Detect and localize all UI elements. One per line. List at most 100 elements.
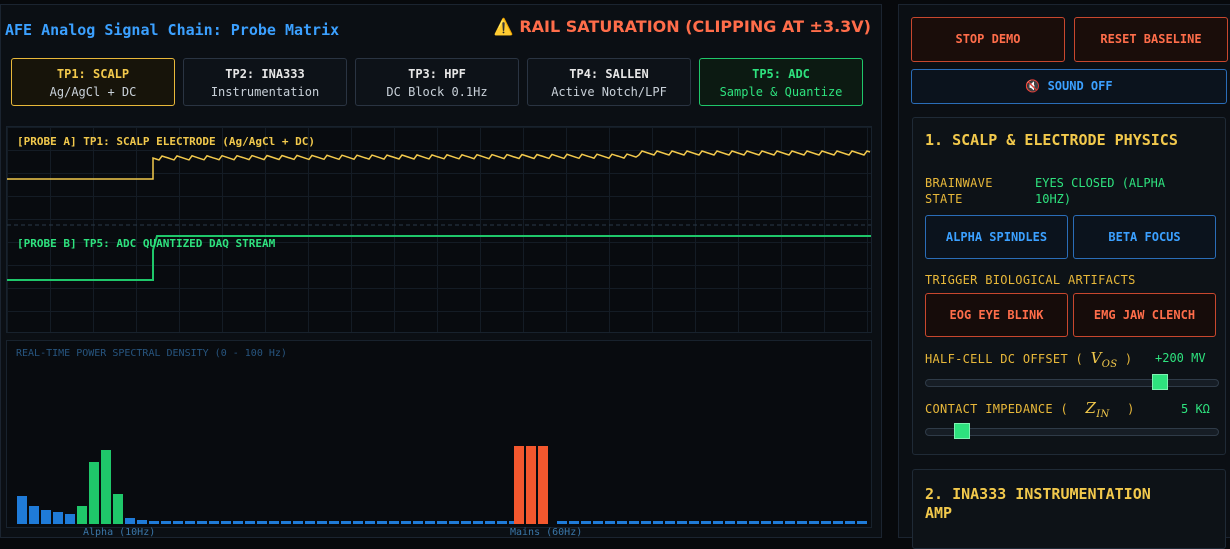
psd-bar (101, 450, 111, 524)
test-point-tabs: TP1: SCALP Ag/AgCl + DC TP2: INA333 Inst… (11, 58, 866, 108)
psd-bar (401, 521, 411, 524)
psd-bar (149, 521, 159, 524)
psd-bar (425, 521, 435, 524)
beta-focus-button[interactable]: BETA FOCUS (1073, 215, 1216, 259)
scalp-electrode-panel: 1. SCALP & ELECTRODE PHYSICS BRAINWAVE S… (912, 117, 1226, 455)
psd-bar (293, 521, 303, 524)
psd-bar (281, 521, 291, 524)
psd-bar (221, 521, 231, 524)
tab-label: TP1: SCALP (56, 67, 130, 81)
tab-label: TP3: HPF (408, 67, 466, 81)
emg-jaw-clench-button[interactable]: EMG JAW CLENCH (1073, 293, 1216, 337)
reset-baseline-button[interactable]: RESET BASELINE (1074, 17, 1228, 62)
tab-tp3-hpf[interactable]: TP3: HPF DC Block 0.1Hz (355, 58, 519, 106)
stop-demo-button[interactable]: STOP DEMO (911, 17, 1065, 62)
sound-toggle-button[interactable]: 🔇 SOUND OFF (911, 69, 1227, 104)
tab-sublabel: Instrumentation (210, 85, 320, 99)
contact-impedance-label: CONTACT IMPEDANCE ( ZIN ) (925, 399, 1135, 420)
tab-label: TP2: INA333 (225, 67, 305, 81)
psd-bar (89, 462, 99, 524)
psd-bar (125, 518, 135, 524)
eog-eye-blink-button[interactable]: EOG EYE BLINK (925, 293, 1068, 337)
psd-bar (581, 521, 591, 524)
probe-a-trace (7, 150, 871, 180)
page-title: AFE Analog Signal Chain: Probe Matrix (5, 21, 340, 39)
psd-bar (514, 446, 524, 524)
brainwave-state-label: BRAINWAVE STATE (925, 176, 993, 206)
psd-bar (569, 521, 579, 524)
dc-offset-slider-thumb[interactable] (1152, 374, 1169, 390)
psd-bar (797, 521, 807, 524)
psd-bar (821, 521, 831, 524)
psd-bar (413, 521, 423, 524)
tab-sublabel: DC Block 0.1Hz (386, 85, 488, 99)
psd-bar (305, 521, 315, 524)
psd-bar (473, 521, 483, 524)
probe-a-label: [PROBE A] TP1: SCALP ELECTRODE (Ag/AgCl … (17, 135, 316, 148)
probe-matrix-panel: AFE Analog Signal Chain: Probe Matrix ⚠️… (0, 4, 882, 538)
psd-bar (701, 521, 711, 524)
tab-sublabel: Ag/AgCl + DC (49, 85, 137, 99)
psd-bar (665, 521, 675, 524)
psd-bar (17, 496, 27, 524)
oscilloscope-display: [PROBE A] TP1: SCALP ELECTRODE (Ag/AgCl … (6, 126, 872, 333)
psd-bar (761, 521, 771, 524)
psd-bar (233, 521, 243, 524)
psd-bar (29, 506, 39, 524)
alpha-spindles-button[interactable]: ALPHA SPINDLES (925, 215, 1068, 259)
psd-bar (857, 521, 867, 524)
psd-bar (538, 446, 548, 524)
tab-tp2-ina333[interactable]: TP2: INA333 Instrumentation (183, 58, 347, 106)
psd-bar (161, 521, 171, 524)
psd-bar (557, 521, 567, 524)
psd-bar (677, 521, 687, 524)
psd-bar (653, 521, 663, 524)
psd-bar (617, 521, 627, 524)
psd-bar (377, 521, 387, 524)
dc-offset-slider[interactable] (925, 374, 1219, 390)
contact-impedance-value: 5 KΩ (1181, 402, 1210, 416)
v-os-symbol: VOS (1090, 349, 1118, 370)
psd-bar (437, 521, 447, 524)
artifacts-label: TRIGGER BIOLOGICAL ARTIFACTS (925, 273, 1136, 287)
psd-bar (497, 521, 507, 524)
panel-title: 2. INA333 INSTRUMENTATION AMP (925, 485, 1151, 522)
psd-bar (749, 521, 759, 524)
control-panel: STOP DEMO RESET BASELINE 🔇 SOUND OFF 1. … (898, 4, 1230, 549)
psd-bar (65, 514, 75, 524)
tab-tp5-adc[interactable]: TP5: ADC Sample & Quantize (699, 58, 863, 106)
psd-bar (737, 521, 747, 524)
psd-bar (173, 521, 183, 524)
contact-impedance-slider-thumb[interactable] (953, 423, 970, 439)
psd-bar (641, 521, 651, 524)
reset-baseline-label: RESET BASELINE (1100, 32, 1202, 46)
psd-bar (341, 521, 351, 524)
tab-tp4-sallen[interactable]: TP4: SALLEN Active Notch/LPF (527, 58, 691, 106)
psd-bar (605, 521, 615, 524)
psd-bar (629, 521, 639, 524)
psd-bar (113, 494, 123, 524)
oscilloscope-traces (7, 150, 871, 281)
psd-bar (209, 521, 219, 524)
sound-toggle-label: 🔇 SOUND OFF (1025, 79, 1113, 93)
psd-bar (137, 520, 147, 524)
psd-bar (329, 521, 339, 524)
psd-bar (713, 521, 723, 524)
psd-bar (41, 510, 51, 524)
psd-bar (833, 521, 843, 524)
dc-offset-value: +200 MV (1155, 351, 1206, 365)
contact-impedance-slider[interactable] (925, 423, 1219, 439)
psd-bar (449, 521, 459, 524)
psd-bars (17, 446, 867, 524)
rail-saturation-warning: ⚠️ RAIL SATURATION (CLIPPING AT ±3.3V) (493, 17, 871, 36)
tab-label: TP4: SALLEN (569, 67, 649, 81)
psd-bar (485, 521, 495, 524)
tab-tp1-scalp[interactable]: TP1: SCALP Ag/AgCl + DC (11, 58, 175, 106)
psd-bar (689, 521, 699, 524)
tab-sublabel: Sample & Quantize (719, 85, 843, 99)
psd-bar (185, 521, 195, 524)
psd-alpha-label: Alpha (10Hz) (83, 527, 156, 538)
psd-bar (317, 521, 327, 524)
psd-bar (53, 512, 63, 524)
panel-title: 1. SCALP & ELECTRODE PHYSICS (925, 131, 1178, 149)
